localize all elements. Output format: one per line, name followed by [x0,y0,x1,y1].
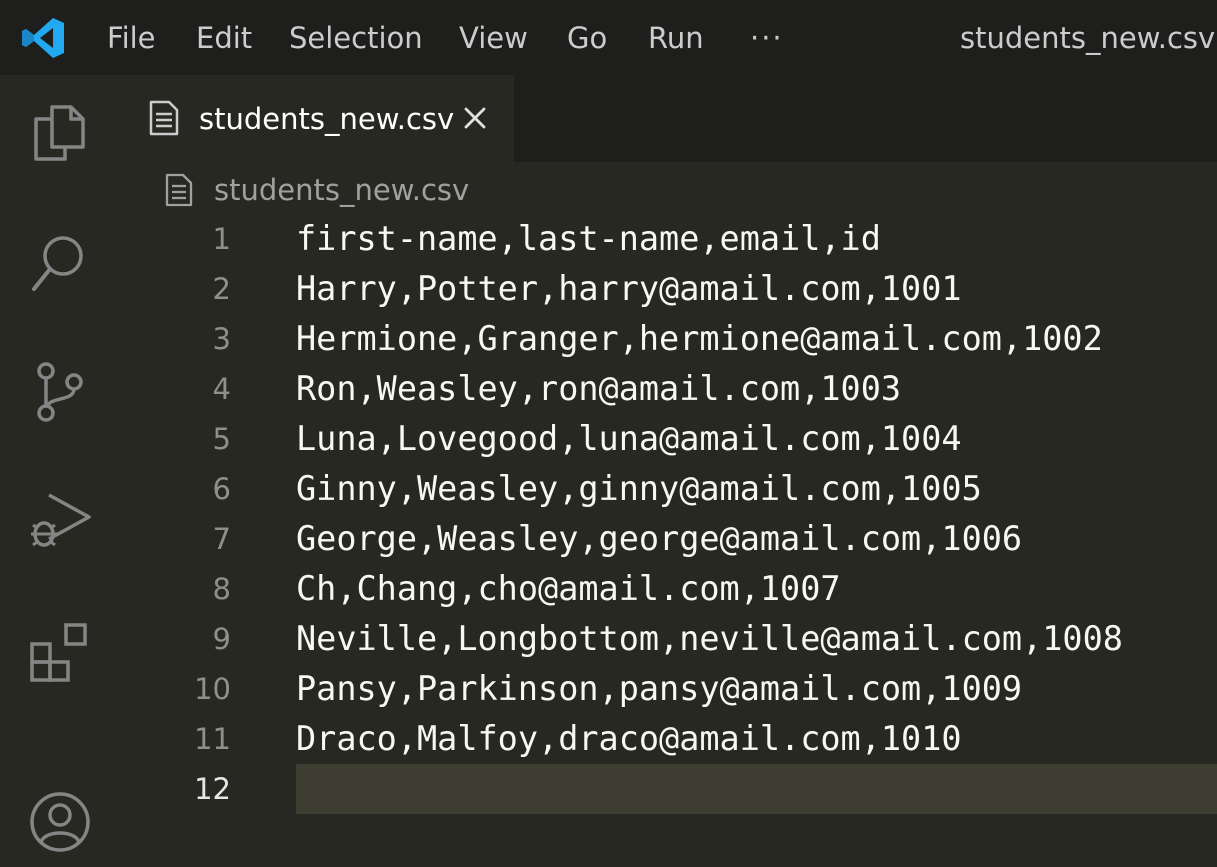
line-text[interactable]: Harry,Potter,harry@amail.com,1001 [296,264,962,314]
menu-file[interactable]: File [107,18,156,58]
line-text[interactable]: Neville,Longbottom,neville@amail.com,100… [296,614,1123,664]
line-number: 7 [212,522,231,556]
explorer-icon[interactable] [25,97,95,167]
code-line[interactable]: 6 Ginny,Weasley,ginny@amail.com,1005 [120,464,1217,514]
tab-bar: students_new.csv [120,75,1217,162]
code-line[interactable]: 7 George,Weasley,george@amail.com,1006 [120,514,1217,564]
line-number: 4 [212,372,231,406]
line-number: 8 [212,572,231,606]
extensions-icon[interactable] [25,617,95,687]
code-line[interactable]: 9 Neville,Longbottom,neville@amail.com,10… [120,614,1217,664]
line-number: 1 [212,222,231,256]
line-number: 5 [212,422,231,456]
window-title: students_new.csv - [960,21,1217,55]
code-line[interactable]: 10 Pansy,Parkinson,pansy@amail.com,1009 [120,664,1217,714]
editor[interactable]: 1 first-name,last-name,email,id 2 Harry,Pot… [120,216,1217,867]
menu-go[interactable]: Go [567,18,607,58]
line-text[interactable]: Ginny,Weasley,ginny@amail.com,1005 [296,464,982,514]
menu-view[interactable]: View [459,18,528,58]
activity-bar [0,75,120,867]
vscode-logo-icon[interactable] [20,16,66,60]
line-number: 11 [194,722,231,756]
line-number: 12 [194,772,231,806]
file-icon [165,173,193,207]
title-bar: File Edit Selection View Go Run ··· stud… [0,0,1217,75]
menu-edit[interactable]: Edit [196,18,252,58]
account-icon[interactable] [25,787,95,857]
menu-selection[interactable]: Selection [289,18,423,58]
tab-label: students_new.csv [199,102,455,136]
line-text[interactable]: Pansy,Parkinson,pansy@amail.com,1009 [296,664,1022,714]
code-line[interactable]: 2 Harry,Potter,harry@amail.com,1001 [120,264,1217,314]
line-text[interactable]: Ron,Weasley,ron@amail.com,1003 [296,364,901,414]
line-text[interactable]: Luna,Lovegood,luna@amail.com,1004 [296,414,962,464]
close-icon[interactable] [460,103,490,133]
line-text[interactable]: Draco,Malfoy,draco@amail.com,1010 [296,714,962,764]
tab-students-new-csv[interactable]: students_new.csv [120,75,514,162]
menu-more-icon[interactable]: ··· [750,18,784,58]
line-number: 3 [212,322,231,356]
file-icon [149,100,179,136]
search-icon[interactable] [25,227,95,297]
run-debug-icon[interactable] [25,487,95,557]
line-number: 6 [212,472,231,506]
line-text[interactable]: Ch,Chang,cho@amail.com,1007 [296,564,841,614]
code-line[interactable]: 11 Draco,Malfoy,draco@amail.com,1010 [120,714,1217,764]
code-line[interactable]: 8 Ch,Chang,cho@amail.com,1007 [120,564,1217,614]
source-control-icon[interactable] [25,357,95,427]
line-number: 2 [212,272,231,306]
breadcrumb-file[interactable]: students_new.csv [214,170,469,210]
line-text[interactable]: Hermione,Granger,hermione@amail.com,1002 [296,314,1103,364]
code-line[interactable]: 3 Hermione,Granger,hermione@amail.com,100… [120,314,1217,364]
code-line[interactable]: 4 Ron,Weasley,ron@amail.com,1003 [120,364,1217,414]
code-line[interactable]: 12 [120,764,1217,814]
line-number: 9 [212,622,231,656]
code-line[interactable]: 1 first-name,last-name,email,id [120,214,1217,264]
line-number: 10 [194,672,231,706]
line-text[interactable]: first-name,last-name,email,id [296,214,881,264]
code-line[interactable]: 5 Luna,Lovegood,luna@amail.com,1004 [120,414,1217,464]
line-text[interactable]: George,Weasley,george@amail.com,1006 [296,514,1022,564]
menu-run[interactable]: Run [648,18,704,58]
